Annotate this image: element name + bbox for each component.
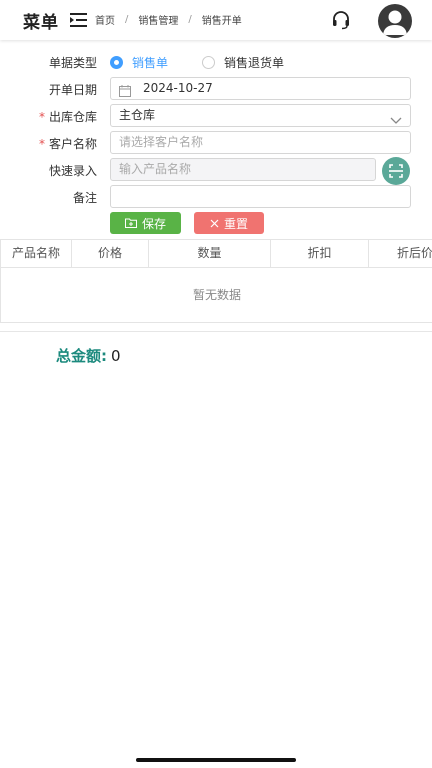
radio-checked-icon xyxy=(110,56,123,69)
customer-row: * 客户名称 请选择客户名称 xyxy=(0,131,432,155)
menu-title[interactable]: 菜单 xyxy=(23,8,59,33)
radio-sales-return[interactable]: 销售退货单 xyxy=(202,54,284,71)
user-avatar[interactable] xyxy=(378,4,412,38)
column-header: 数量 xyxy=(149,240,271,268)
reset-button[interactable]: 重置 xyxy=(194,212,264,234)
warehouse-value: 主仓库 xyxy=(119,108,156,122)
scan-button[interactable] xyxy=(382,157,410,185)
quick-entry-label: 快速录入 xyxy=(48,164,97,178)
headset-icon[interactable] xyxy=(331,10,351,30)
breadcrumb-separator: / xyxy=(188,14,192,25)
remark-input[interactable] xyxy=(110,185,411,208)
radio-unchecked-icon xyxy=(202,56,216,69)
breadcrumb-separator: / xyxy=(125,14,129,25)
total-amount: 总金额: 0 xyxy=(56,345,121,366)
chevron-down-icon xyxy=(390,111,402,124)
customer-label: * 客户名称 xyxy=(39,135,97,152)
warehouse-label: * 出库仓库 xyxy=(39,108,97,125)
table-header: 产品名称 价格 数量 折扣 折后价 xyxy=(1,240,432,268)
section-divider xyxy=(0,331,432,332)
column-header: 折后价 xyxy=(396,246,432,260)
product-table: 产品名称 价格 数量 折扣 折后价 暂无数据 xyxy=(0,239,432,323)
calendar-icon xyxy=(119,83,131,97)
radio-sales-return-label: 销售退货单 xyxy=(224,56,285,70)
save-button-label: 保存 xyxy=(141,216,166,231)
required-mark: * xyxy=(38,137,45,151)
doc-type-row: 单据类型 销售单 销售退货单 xyxy=(0,50,432,74)
column-header: 产品名称 xyxy=(1,240,72,268)
user-icon xyxy=(383,10,407,35)
save-button[interactable]: 保存 xyxy=(110,212,181,234)
warehouse-label-text: 出库仓库 xyxy=(48,110,97,124)
doc-type-radio-group: 销售单 销售退货单 xyxy=(110,54,318,71)
folder-icon xyxy=(124,218,137,228)
close-icon xyxy=(210,219,219,228)
radio-sales-order[interactable]: 销售单 xyxy=(110,54,168,71)
menu-toggle-icon[interactable] xyxy=(70,12,87,27)
warehouse-row: * 出库仓库 主仓库 xyxy=(0,104,432,128)
doc-type-label: 单据类型 xyxy=(48,56,97,70)
breadcrumb: 首页 / 销售管理 / 销售开单 xyxy=(95,12,242,27)
required-mark: * xyxy=(38,110,45,124)
home-indicator[interactable] xyxy=(136,758,296,762)
date-row: 开单日期 2024-10-27 xyxy=(0,77,432,101)
quick-entry-input[interactable]: 输入产品名称 xyxy=(110,158,376,181)
quick-entry-row: 快速录入 输入产品名称 xyxy=(0,158,432,182)
warehouse-select[interactable]: 主仓库 xyxy=(110,104,411,127)
scan-icon xyxy=(389,164,403,178)
customer-label-text: 客户名称 xyxy=(48,137,97,151)
breadcrumb-sales-order: 销售开单 xyxy=(201,16,242,27)
date-label: 开单日期 xyxy=(48,83,97,97)
top-header: 菜单 首页 / 销售管理 / 销售开单 xyxy=(0,0,432,40)
column-header: 折扣 xyxy=(271,240,369,268)
breadcrumb-sales-management[interactable]: 销售管理 xyxy=(138,12,178,27)
breadcrumb-home[interactable]: 首页 xyxy=(95,12,115,27)
remark-row: 备注 xyxy=(0,185,432,209)
reset-button-label: 重置 xyxy=(223,216,248,231)
table-empty-text: 暂无数据 xyxy=(192,288,241,302)
radio-sales-order-label: 销售单 xyxy=(132,56,169,70)
remark-label: 备注 xyxy=(72,191,97,205)
total-amount-label: 总金额: xyxy=(56,347,107,365)
customer-input[interactable]: 请选择客户名称 xyxy=(110,131,411,154)
total-amount-value: 0 xyxy=(111,347,121,365)
date-value: 2024-10-27 xyxy=(143,81,213,95)
column-header: 价格 xyxy=(72,240,149,268)
date-picker[interactable]: 2024-10-27 xyxy=(110,77,411,100)
